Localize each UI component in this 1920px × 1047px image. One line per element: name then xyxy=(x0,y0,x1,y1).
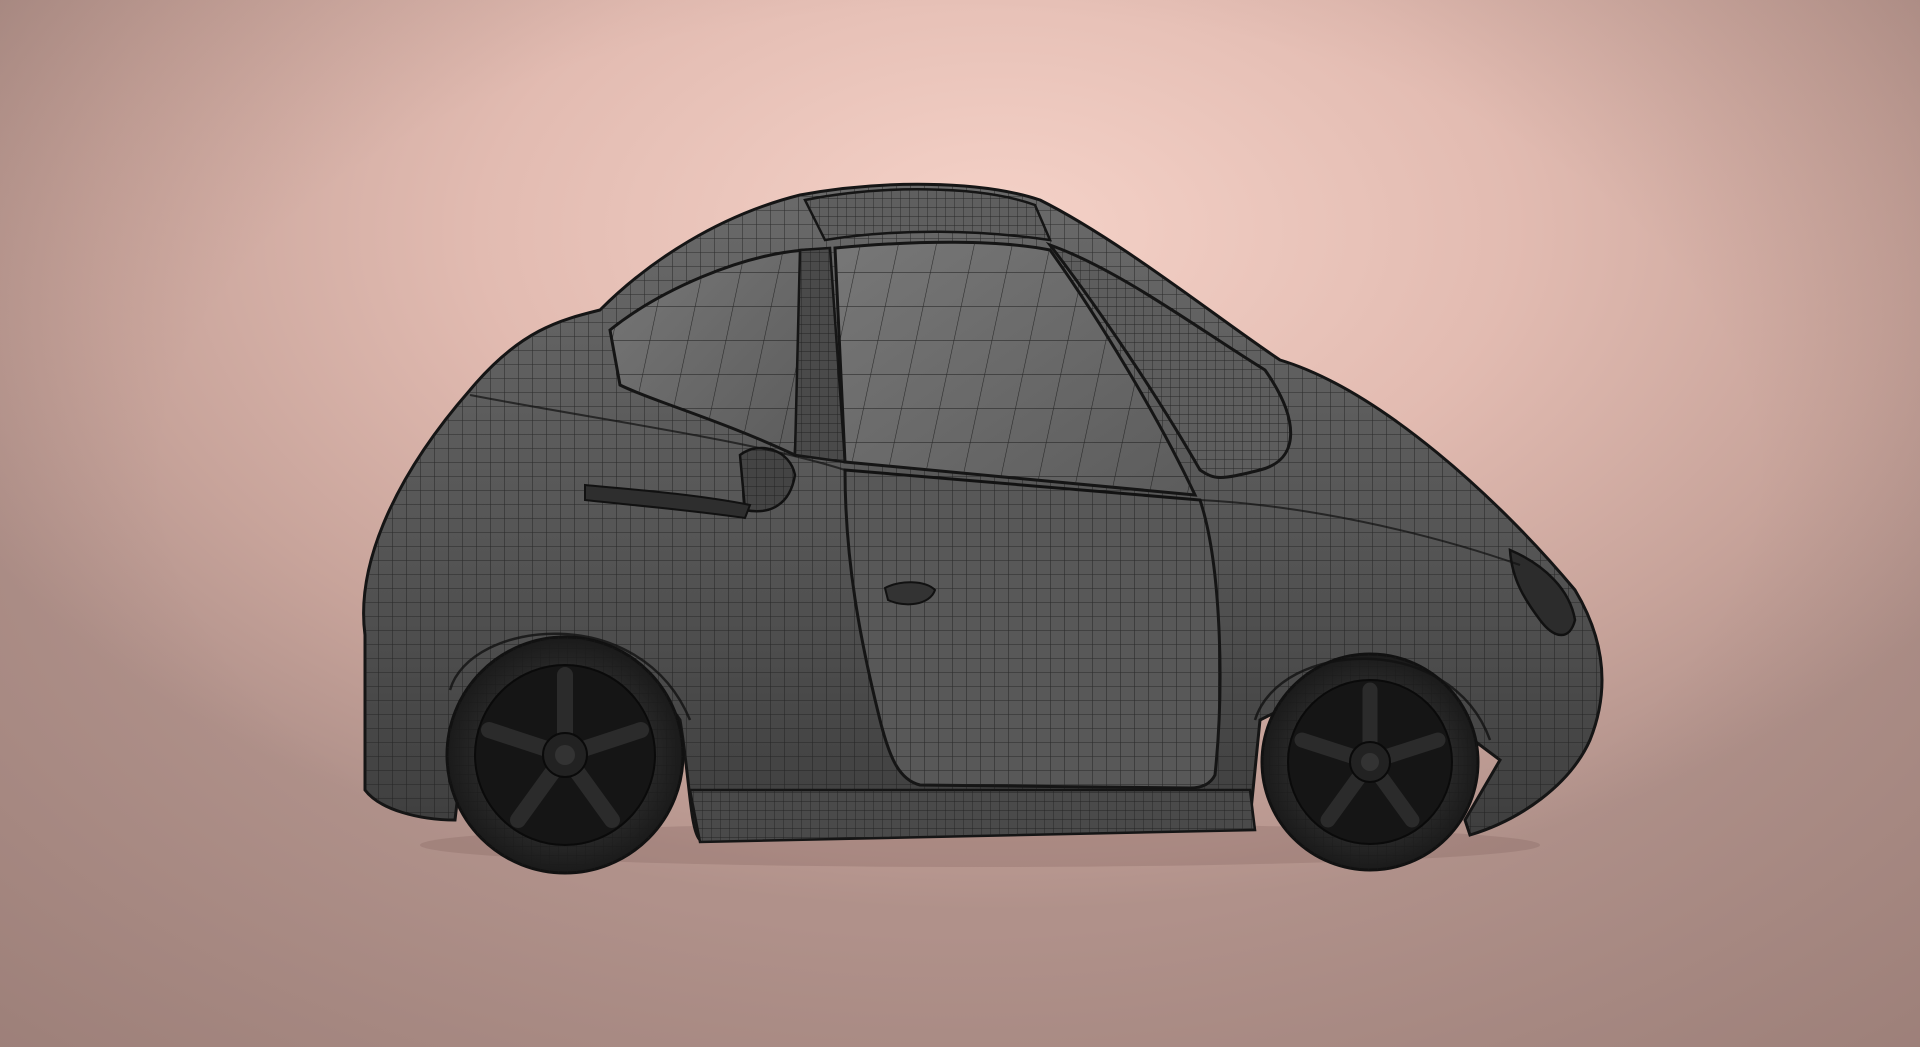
front-wheel xyxy=(1260,652,1480,872)
render-viewport xyxy=(0,0,1920,1047)
rear-wheel xyxy=(445,635,685,875)
door-panel xyxy=(843,468,1222,790)
car-wireframe-render xyxy=(362,182,1604,875)
